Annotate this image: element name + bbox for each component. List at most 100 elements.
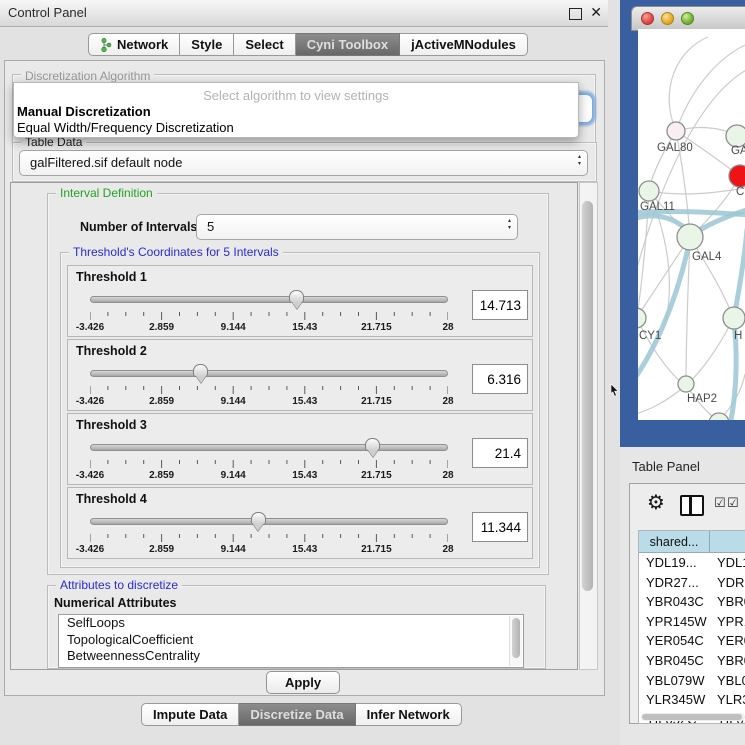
- tab-network[interactable]: Network: [88, 33, 180, 56]
- table-cell: YBR0: [717, 592, 745, 612]
- slider-thumb[interactable]: [365, 438, 380, 451]
- dropdown-option-manual-discretization[interactable]: Manual Discretization: [17, 103, 575, 119]
- tab-network-label: Network: [117, 37, 168, 52]
- main-vertical-scrollbar[interactable]: [579, 182, 598, 670]
- threshold-value-field[interactable]: 21.4: [472, 438, 528, 468]
- split-table-icon[interactable]: [680, 495, 704, 516]
- table-cell: YER054C: [646, 631, 704, 651]
- gear-icon[interactable]: ⚙: [647, 490, 665, 515]
- network-edge[interactable]: [669, 37, 708, 131]
- tab-cyni-toolbox[interactable]: Cyni Toolbox: [296, 33, 400, 56]
- threshold-label: Threshold 3: [76, 418, 147, 432]
- bottom-tab-infer-network[interactable]: Infer Network: [356, 703, 462, 726]
- threshold-value-field[interactable]: 11.344: [472, 512, 528, 542]
- bottom-tab-impute-data[interactable]: Impute Data: [141, 703, 239, 726]
- bottom-tab-discretize-data[interactable]: Discretize Data: [239, 703, 355, 726]
- network-view-canvas[interactable]: GAL80GACGAL11GAL4GCY1HHAP2: [638, 29, 745, 420]
- dropdown-option-equal-width-frequency[interactable]: Equal Width/Frequency Discretization: [17, 119, 575, 135]
- table-row[interactable]: YBR045CYBR0: [639, 651, 745, 671]
- threshold-value-field[interactable]: 6.316: [472, 364, 528, 394]
- network-node-gal4[interactable]: [677, 224, 703, 250]
- tab-style[interactable]: Style: [180, 33, 234, 56]
- slider-track[interactable]: [90, 444, 448, 451]
- network-edge-highlighted[interactable]: [735, 229, 745, 312]
- slider-ticks: [90, 460, 448, 470]
- checkbox-icon[interactable]: ☑: [727, 495, 739, 511]
- tab-jactivemnodules-label: jActiveMNodules: [411, 37, 516, 52]
- table-row[interactable]: YDR27...YDR2: [639, 573, 745, 593]
- network-node-gal80[interactable]: [667, 122, 685, 140]
- tab-jactivemnodules[interactable]: jActiveMNodules: [400, 33, 528, 56]
- slider-thumb[interactable]: [251, 512, 266, 525]
- attributes-list-scrollbar[interactable]: [509, 616, 522, 666]
- traffic-light-close-icon[interactable]: [641, 12, 654, 25]
- numerical-attributes-list[interactable]: SelfLoopsTopologicalCoefficientBetweenne…: [58, 614, 524, 668]
- table-row[interactable]: YBR043CYBR0: [639, 592, 745, 612]
- network-node-gcy1[interactable]: [638, 308, 646, 328]
- number-of-intervals-combo[interactable]: 5 ▴▾: [196, 214, 518, 240]
- algorithm-dropdown-popup: Select algorithm to view settings Manual…: [13, 82, 579, 138]
- slider-track[interactable]: [90, 296, 448, 303]
- attribute-item-topologicalcoefficient[interactable]: TopologicalCoefficient: [59, 632, 523, 649]
- threshold-slider[interactable]: -3.4262.8599.14415.4321.71528: [90, 364, 448, 410]
- network-edge[interactable]: [638, 385, 686, 415]
- table-cell: YBR045C: [646, 651, 704, 671]
- slider-ticks: [90, 386, 448, 396]
- float-window-icon[interactable]: [569, 8, 582, 20]
- table-panel-title: Table Panel: [632, 459, 700, 474]
- slider-thumb[interactable]: [289, 290, 304, 303]
- network-node-c[interactable]: [729, 165, 745, 187]
- threshold-slider[interactable]: -3.4262.8599.14415.4321.71528: [90, 290, 448, 336]
- table-row[interactable]: YLR345WYLR3: [639, 690, 745, 710]
- network-edge[interactable]: [676, 45, 745, 131]
- bottom-tab-discretize-data-label: Discretize Data: [250, 707, 343, 722]
- top-tab-bar: Network Style Select Cyni Toolbox jActiveMNo…: [88, 33, 528, 56]
- control-panel-window: Control Panel ✕ Network Style Select Cyni T…: [0, 0, 608, 745]
- screenshot-root: Control Panel ✕ Network Style Select Cyni T…: [0, 0, 745, 745]
- table-row[interactable]: YPR145WYPR1: [639, 612, 745, 632]
- attribute-item-selfloops[interactable]: SelfLoops: [59, 615, 523, 632]
- table-panel-window: Table Panel ⚙ ☑ ☑ shared...na YDL19...YD…: [620, 447, 745, 745]
- network-node-label: GAL80: [657, 142, 693, 154]
- network-node-label: HAP2: [687, 393, 717, 405]
- network-edge[interactable]: [688, 319, 733, 383]
- slider-tick-labels: -3.4262.8599.14415.4321.71528: [90, 322, 448, 334]
- table-data-combo-value: galFiltered.sif default node: [30, 155, 182, 170]
- numerical-attributes-label: Numerical Attributes: [54, 596, 176, 610]
- table-row[interactable]: YDL19...YDL1: [639, 553, 745, 573]
- table-row[interactable]: YBL079WYBL0: [639, 671, 745, 691]
- network-node-ga[interactable]: [726, 125, 745, 147]
- threshold-label: Threshold 4: [76, 492, 147, 506]
- table-cell: YBL079W: [646, 671, 705, 691]
- tab-select[interactable]: Select: [234, 33, 295, 56]
- table-data-combo[interactable]: galFiltered.sif default node ▴▾: [19, 150, 588, 176]
- panel-title: Control Panel: [8, 5, 87, 20]
- table-cell: YDL19...: [646, 553, 697, 573]
- number-of-intervals-value: 5: [207, 219, 214, 234]
- tab-select-label: Select: [245, 37, 283, 52]
- slider-track[interactable]: [90, 518, 448, 525]
- close-icon[interactable]: ✕: [590, 4, 602, 21]
- table-horizontal-scrollbar[interactable]: [641, 713, 745, 721]
- network-node[interactable]: [709, 413, 729, 420]
- slider-thumb[interactable]: [193, 364, 208, 377]
- traffic-light-zoom-icon[interactable]: [681, 12, 694, 25]
- network-node-gal11[interactable]: [639, 181, 659, 201]
- threshold-value-field[interactable]: 14.713: [472, 290, 528, 320]
- slider-tick-labels: -3.4262.8599.14415.4321.71528: [90, 544, 448, 556]
- table-row[interactable]: YER054CYER0: [639, 631, 745, 651]
- threshold-slider[interactable]: -3.4262.8599.14415.4321.71528: [90, 438, 448, 484]
- apply-button[interactable]: Apply: [266, 671, 340, 694]
- checkbox-icon[interactable]: ☑: [714, 495, 726, 511]
- attribute-item-betweennesscentrality[interactable]: BetweennessCentrality: [59, 648, 523, 665]
- traffic-light-minimize-icon[interactable]: [661, 12, 674, 25]
- slider-track[interactable]: [90, 370, 448, 377]
- network-node-h[interactable]: [723, 307, 745, 329]
- dropdown-hint: Select algorithm to view settings: [14, 88, 578, 103]
- table-header-shared[interactable]: shared...: [639, 531, 710, 553]
- table-header-na[interactable]: na: [710, 531, 745, 553]
- node-attribute-table[interactable]: shared...na YDL19...YDL1YDR27...YDR2YBR0…: [638, 530, 745, 724]
- threshold-slider[interactable]: -3.4262.8599.14415.4321.71528: [90, 512, 448, 558]
- network-node-hap2[interactable]: [678, 376, 694, 392]
- network-tab-icon: [100, 38, 112, 52]
